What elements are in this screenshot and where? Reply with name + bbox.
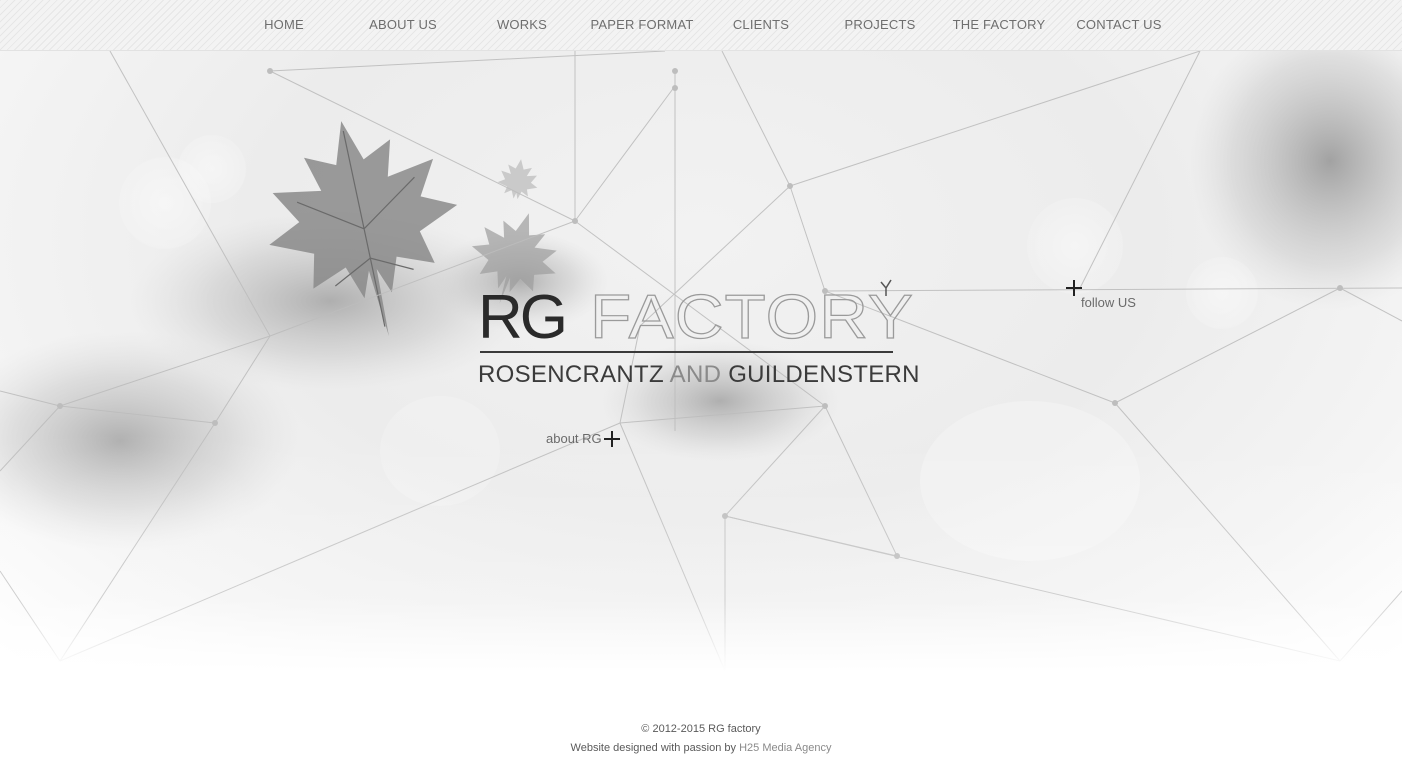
logo-subtitle-rosencrantz: ROSENCRANTZ: [478, 361, 664, 388]
nav-item-home[interactable]: HOME: [264, 17, 304, 32]
logo-subtitle: ROSENCRANTZ AND GUILDENSTERN: [478, 361, 920, 389]
footer: © 2012-2015 RG factory Website designed …: [0, 720, 1402, 758]
about-rg-link[interactable]: about RG: [546, 430, 626, 450]
nav-item-paper-format[interactable]: PAPER FORMAT: [590, 17, 693, 32]
logo-factory-text: FACTORY: [590, 283, 914, 350]
site-logo[interactable]: RG FACTORY ROSENCRANTZ AND GUILDENSTERN: [478, 278, 920, 398]
top-navigation: HOME ABOUT US WORKS PAPER FORMAT CLIENTS…: [0, 0, 1402, 51]
logo-subtitle-and: AND: [669, 361, 722, 388]
nav-item-the-factory[interactable]: THE FACTORY: [953, 17, 1046, 32]
about-rg-label: about RG: [546, 431, 602, 446]
logo-subtitle-guildenstern: GUILDENSTERN: [728, 361, 920, 388]
nav-item-contact-us[interactable]: CONTACT US: [1076, 17, 1161, 32]
nav-item-clients[interactable]: CLIENTS: [733, 17, 789, 32]
plus-icon: [1066, 280, 1082, 296]
plus-icon: [604, 431, 620, 447]
credits-line: Website designed with passion by H25 Med…: [0, 739, 1402, 758]
follow-us-label: follow US: [1081, 295, 1136, 310]
logo-rg-text: RG: [478, 283, 565, 350]
follow-us-link[interactable]: follow US: [1066, 280, 1146, 316]
page: HOME ABOUT US WORKS PAPER FORMAT CLIENTS…: [0, 0, 1402, 762]
logo-divider: [480, 351, 893, 353]
credits-prefix: Website designed with passion by: [570, 742, 737, 754]
nav-item-about-us[interactable]: ABOUT US: [369, 17, 437, 32]
nav-item-works[interactable]: WORKS: [497, 17, 547, 32]
agency-link[interactable]: H25 Media Agency: [739, 742, 831, 754]
nav-item-projects[interactable]: PROJECTS: [845, 17, 916, 32]
logo-wordmark: RG FACTORY: [478, 279, 914, 350]
copyright-text: © 2012-2015 RG factory: [641, 723, 761, 735]
